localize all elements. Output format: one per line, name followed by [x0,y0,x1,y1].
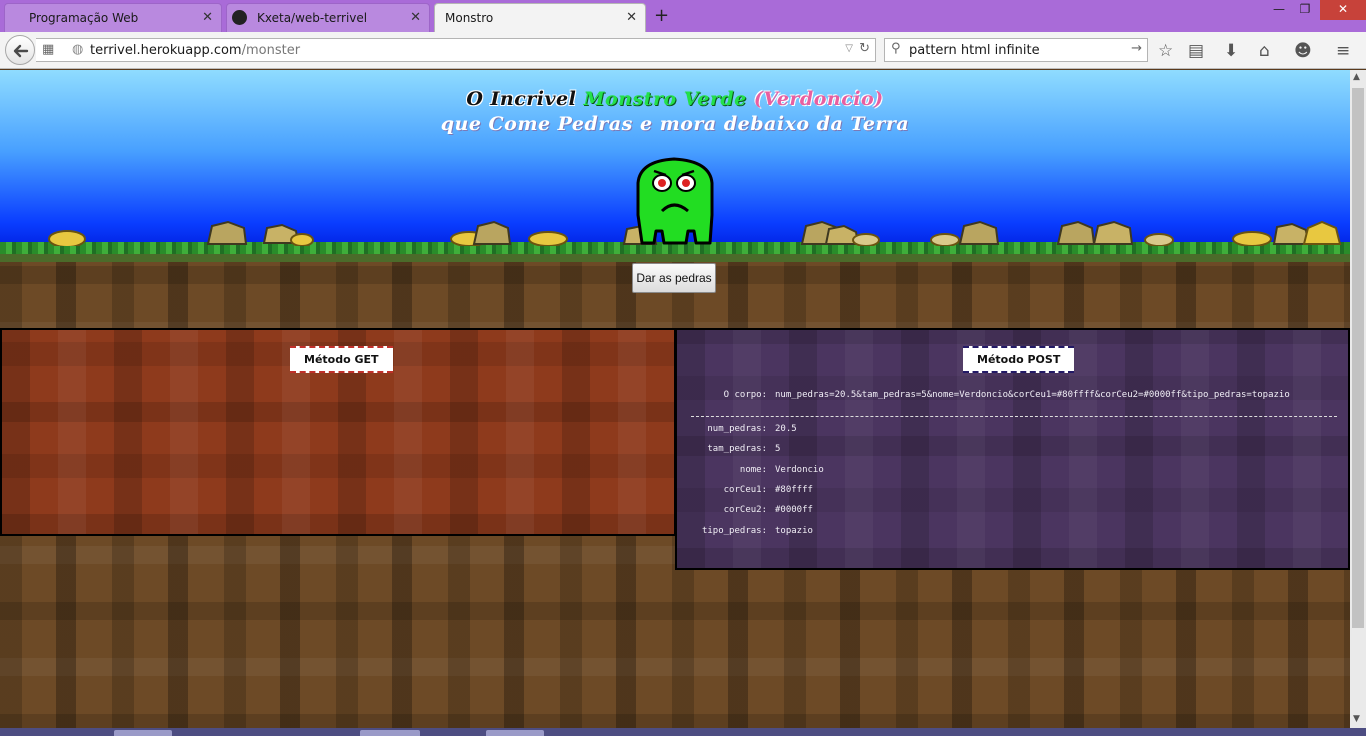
scrollbar-thumb[interactable] [1352,88,1364,628]
field-row: tam_pedras: 5 [677,444,1347,458]
field-row: corCeu1: #80ffff [677,485,1347,499]
grey-stone [1056,220,1096,245]
scroll-up-icon[interactable]: ▲ [1353,72,1360,82]
grey-stone [206,220,248,245]
get-panel-heading: Método GET [290,346,393,373]
field-value: topazio [775,526,813,536]
url-text[interactable]: terrivel.herokuapp.com/monster [90,43,300,58]
title-part2: Monstro Verde [583,88,754,110]
golden-stone [1232,231,1272,246]
field-key: num_pedras: [707,424,767,434]
field-value: Verdoncio [775,465,824,475]
field-row: corCeu2: #0000ff [677,505,1347,519]
dropdown-icon[interactable]: ▽ [845,43,853,54]
url-host: terrivel.herokuapp.com [90,43,242,58]
tab-label: Programação Web [29,11,139,25]
body-value: num_pedras=20.5&tam_pedras=5&nome=Verdon… [775,390,1290,400]
search-icon: ⚲ [891,41,901,56]
tab-bar: Programação Web ✕ Kxeta/web-terrivel ✕ M… [0,0,1366,32]
tab-label: Kxeta/web-terrivel [257,11,368,25]
field-row: num_pedras: 20.5 [677,424,1347,438]
field-key: tipo_pedras: [701,526,767,536]
golden-stone [930,233,960,246]
field-row: nome: Verdoncio [677,465,1347,479]
download-icon[interactable]: ⬇ [1224,41,1238,61]
field-value: 20.5 [775,424,797,434]
taskbar-item[interactable] [114,730,172,736]
tab-programacao-web[interactable]: Programação Web ✕ [4,3,222,32]
globe-icon: ◍ [72,42,84,57]
reading-list-icon[interactable]: ▤ [1188,41,1204,61]
search-go-icon[interactable]: → [1131,41,1142,56]
url-bar[interactable]: ▦ ◍ terrivel.herokuapp.com/monster ▽ ↻ [36,38,876,62]
page-subtitle: que Come Pedras e mora debaixo da Terra [440,113,910,135]
github-icon [232,10,247,25]
field-value: #0000ff [775,505,813,515]
page-title: O Incrivel Monstro Verde (Verdoncio) que… [0,88,1350,135]
grey-stone [958,220,1000,245]
divider [691,416,1337,417]
green-monster [636,157,714,245]
os-taskbar [0,728,1366,736]
golden-stone [290,233,314,246]
request-body-row: O corpo: num_pedras=20.5&tam_pedras=5&no… [677,390,1347,414]
field-key: nome: [739,465,767,475]
smiley-icon[interactable]: ☻ [1294,41,1312,61]
home-icon[interactable]: ⌂ [1259,41,1270,61]
get-method-panel: Método GET [0,328,676,536]
golden-stone [528,231,568,246]
grey-stone [1092,220,1134,245]
close-icon[interactable]: ✕ [202,10,213,25]
tab-web-terrivel[interactable]: Kxeta/web-terrivel ✕ [226,3,430,32]
golden-stone [1144,233,1174,246]
navigation-bar: ▦ ◍ terrivel.herokuapp.com/monster ▽ ↻ ⚲… [0,32,1366,69]
close-icon[interactable]: ✕ [626,10,637,25]
field-value: 5 [775,444,781,454]
reload-icon[interactable]: ↻ [859,41,870,56]
back-arrow-icon [13,44,29,58]
menu-icon[interactable]: ≡ [1336,41,1350,61]
tab-monstro[interactable]: Monstro ✕ [434,3,646,32]
url-path: /monster [241,43,301,58]
golden-stone [852,233,880,246]
golden-stone [48,230,86,246]
back-button[interactable] [5,35,35,65]
bookmark-star-icon[interactable]: ☆ [1158,41,1173,61]
vertical-scrollbar[interactable]: ▲ ▼ [1350,70,1366,730]
minimize-icon[interactable]: — [1268,0,1290,20]
field-key: corCeu1: [723,485,767,495]
body-label: O corpo: [723,390,767,400]
page-viewport: O Incrivel Monstro Verde (Verdoncio) que… [0,70,1350,730]
taskbar-item[interactable] [486,730,544,736]
grey-stone [472,220,512,245]
field-value: #80ffff [775,485,813,495]
scroll-down-icon[interactable]: ▼ [1353,714,1360,724]
search-bar[interactable]: ⚲ pattern html infinite → [884,38,1148,62]
taskbar-item[interactable] [360,730,420,736]
new-tab-icon[interactable]: + [654,5,669,26]
page-list-icon[interactable]: ▦ [42,42,54,57]
title-part3: (Verdoncio) [753,88,884,110]
search-input[interactable]: pattern html infinite [909,43,1040,58]
golden-stone [1302,220,1342,245]
post-panel-heading: Método POST [963,346,1075,373]
field-row: tipo_pedras: topazio [677,526,1347,540]
tab-label: Monstro [445,11,494,25]
post-method-panel: Método POST O corpo: num_pedras=20.5&tam… [675,328,1350,570]
close-icon[interactable]: ✕ [410,10,421,25]
restore-icon[interactable]: ❐ [1294,0,1316,20]
title-part1: O Incrivel [466,88,584,110]
give-stones-button[interactable]: Dar as pedras [632,263,716,293]
field-key: tam_pedras: [707,444,767,454]
window-close-icon[interactable]: ✕ [1320,0,1366,20]
field-key: corCeu2: [723,505,767,515]
